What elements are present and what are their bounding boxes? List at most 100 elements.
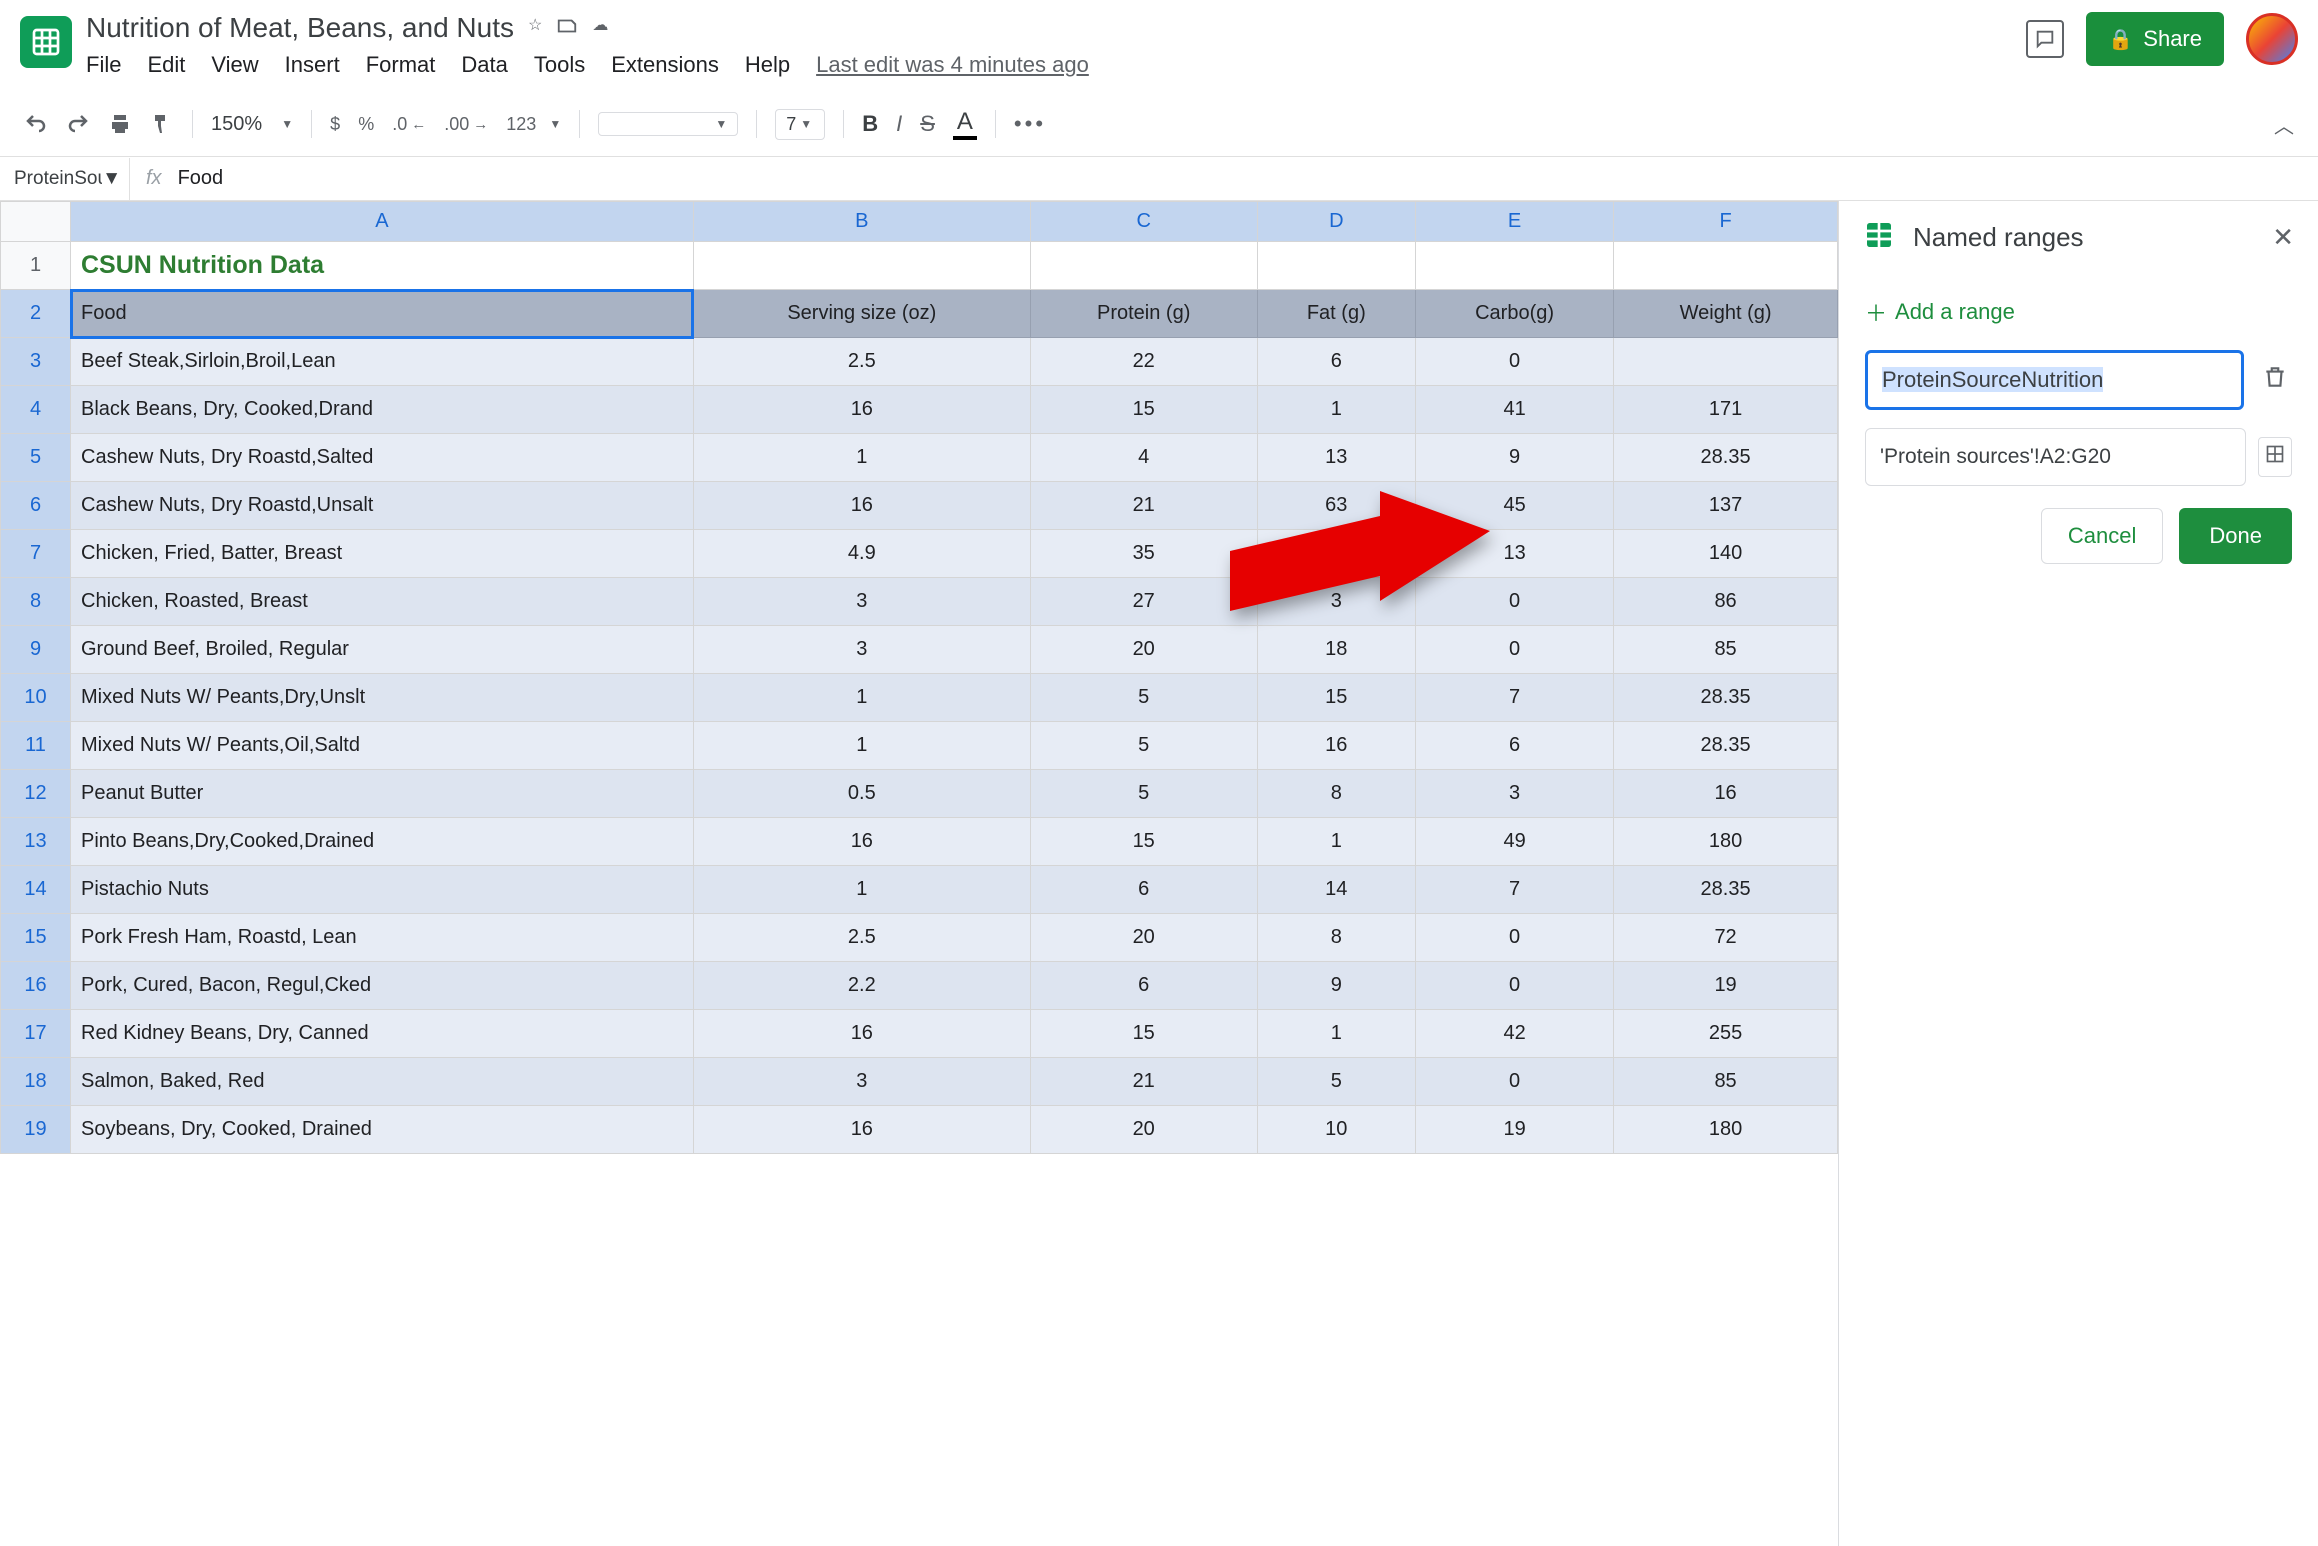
header-cell-2[interactable]: Protein (g) — [1030, 290, 1257, 338]
cloud-icon[interactable]: ☁ — [592, 15, 608, 42]
header-cell-4[interactable]: Carbo(g) — [1416, 290, 1614, 338]
cell-r3-c5[interactable] — [1614, 338, 1838, 386]
cell-r8-c2[interactable]: 27 — [1030, 578, 1257, 626]
cell-r4-c5[interactable]: 171 — [1614, 386, 1838, 434]
cell-r16-c4[interactable]: 0 — [1416, 962, 1614, 1010]
row-header-2[interactable]: 2 — [1, 290, 71, 338]
menu-tools[interactable]: Tools — [534, 52, 585, 78]
cell-r18-c5[interactable]: 85 — [1614, 1058, 1838, 1106]
cell-r18-c3[interactable]: 5 — [1257, 1058, 1415, 1106]
cell-r17-c1[interactable]: 16 — [693, 1010, 1030, 1058]
cell-r15-c0[interactable]: Pork Fresh Ham, Roastd, Lean — [71, 914, 694, 962]
percent-format[interactable]: % — [358, 114, 374, 135]
more-toolbar-icon[interactable]: ••• — [1014, 111, 1046, 137]
cell-r10-c2[interactable]: 5 — [1030, 674, 1257, 722]
cell-r16-c0[interactable]: Pork, Cured, Bacon, Regul,Cked — [71, 962, 694, 1010]
cell-r5-c2[interactable]: 4 — [1030, 434, 1257, 482]
cell-r18-c2[interactable]: 21 — [1030, 1058, 1257, 1106]
cell-r11-c5[interactable]: 28.35 — [1614, 722, 1838, 770]
row-header-9[interactable]: 9 — [1, 626, 71, 674]
menu-extensions[interactable]: Extensions — [611, 52, 719, 78]
menu-view[interactable]: View — [211, 52, 258, 78]
strikethrough-button[interactable]: S — [920, 111, 935, 137]
undo-icon[interactable] — [24, 112, 48, 136]
doc-title[interactable]: Nutrition of Meat, Beans, and Nuts — [86, 12, 514, 44]
row-header-5[interactable]: 5 — [1, 434, 71, 482]
row-header-8[interactable]: 8 — [1, 578, 71, 626]
cell-r6-c1[interactable]: 16 — [693, 482, 1030, 530]
text-color-button[interactable]: A — [953, 108, 977, 140]
row-header-15[interactable]: 15 — [1, 914, 71, 962]
paint-format-icon[interactable] — [150, 112, 174, 136]
sheets-logo[interactable] — [20, 16, 72, 68]
cell-r12-c0[interactable]: Peanut Butter — [71, 770, 694, 818]
col-header-A[interactable]: A — [71, 202, 694, 242]
row-header-14[interactable]: 14 — [1, 866, 71, 914]
cell-r19-c1[interactable]: 16 — [693, 1106, 1030, 1154]
cell-a1[interactable]: CSUN Nutrition Data — [71, 242, 694, 290]
cell-r5-c3[interactable]: 13 — [1257, 434, 1415, 482]
row-header-7[interactable]: 7 — [1, 530, 71, 578]
cell-r12-c3[interactable]: 8 — [1257, 770, 1415, 818]
cell-r17-c3[interactable]: 1 — [1257, 1010, 1415, 1058]
cell-r14-c2[interactable]: 6 — [1030, 866, 1257, 914]
font-size-dropdown[interactable]: 7▼ — [775, 109, 825, 140]
cell-r18-c1[interactable]: 3 — [693, 1058, 1030, 1106]
cancel-button[interactable]: Cancel — [2041, 508, 2163, 564]
menu-edit[interactable]: Edit — [147, 52, 185, 78]
cell-r18-c4[interactable]: 0 — [1416, 1058, 1614, 1106]
comments-icon[interactable] — [2026, 20, 2064, 58]
cell-r13-c4[interactable]: 49 — [1416, 818, 1614, 866]
cell-r12-c1[interactable]: 0.5 — [693, 770, 1030, 818]
row-header-10[interactable]: 10 — [1, 674, 71, 722]
spreadsheet-grid[interactable]: ABCDEF1 CSUN Nutrition Data 2FoodServing… — [0, 201, 1838, 1546]
row-header-6[interactable]: 6 — [1, 482, 71, 530]
cell-r6-c0[interactable]: Cashew Nuts, Dry Roastd,Unsalt — [71, 482, 694, 530]
row-header-13[interactable]: 13 — [1, 818, 71, 866]
cell-r7-c2[interactable]: 35 — [1030, 530, 1257, 578]
cell-r4-c0[interactable]: Black Beans, Dry, Cooked,Drand — [71, 386, 694, 434]
menu-data[interactable]: Data — [461, 52, 507, 78]
cell-r17-c0[interactable]: Red Kidney Beans, Dry, Canned — [71, 1010, 694, 1058]
collapse-toolbar-icon[interactable]: ︿ — [2274, 110, 2294, 139]
cell-r10-c1[interactable]: 1 — [693, 674, 1030, 722]
row-header-16[interactable]: 16 — [1, 962, 71, 1010]
cell-r4-c2[interactable]: 15 — [1030, 386, 1257, 434]
cell-r13-c3[interactable]: 1 — [1257, 818, 1415, 866]
cell-r15-c4[interactable]: 0 — [1416, 914, 1614, 962]
cell-r16-c5[interactable]: 19 — [1614, 962, 1838, 1010]
cell-r4-c3[interactable]: 1 — [1257, 386, 1415, 434]
cell-r11-c4[interactable]: 6 — [1416, 722, 1614, 770]
menu-help[interactable]: Help — [745, 52, 790, 78]
cell-r9-c2[interactable]: 20 — [1030, 626, 1257, 674]
cell-r12-c5[interactable]: 16 — [1614, 770, 1838, 818]
cell-r5-c0[interactable]: Cashew Nuts, Dry Roastd,Salted — [71, 434, 694, 482]
cell-r12-c2[interactable]: 5 — [1030, 770, 1257, 818]
cell-r8-c3[interactable]: 3 — [1257, 578, 1415, 626]
cell-r19-c4[interactable]: 19 — [1416, 1106, 1614, 1154]
increase-decimal[interactable]: .00→ — [444, 114, 488, 135]
cell-r6-c5[interactable]: 137 — [1614, 482, 1838, 530]
row-header-11[interactable]: 11 — [1, 722, 71, 770]
row-header-1[interactable]: 1 — [1, 242, 71, 290]
cell-r15-c1[interactable]: 2.5 — [693, 914, 1030, 962]
cell-r19-c0[interactable]: Soybeans, Dry, Cooked, Drained — [71, 1106, 694, 1154]
cell-r10-c4[interactable]: 7 — [1416, 674, 1614, 722]
cell-r17-c2[interactable]: 15 — [1030, 1010, 1257, 1058]
cell-r10-c0[interactable]: Mixed Nuts W/ Peants,Dry,Unslt — [71, 674, 694, 722]
cell-r15-c5[interactable]: 72 — [1614, 914, 1838, 962]
cell-r11-c0[interactable]: Mixed Nuts W/ Peants,Oil,Saltd — [71, 722, 694, 770]
cell-r6-c3[interactable]: 63 — [1257, 482, 1415, 530]
more-formats[interactable]: 123 ▼ — [506, 114, 561, 135]
cell-r11-c2[interactable]: 5 — [1030, 722, 1257, 770]
cell-r8-c0[interactable]: Chicken, Roasted, Breast — [71, 578, 694, 626]
cell-r19-c5[interactable]: 180 — [1614, 1106, 1838, 1154]
last-edit-link[interactable]: Last edit was 4 minutes ago — [816, 52, 1089, 78]
header-cell-3[interactable]: Fat (g) — [1257, 290, 1415, 338]
cell-r5-c4[interactable]: 9 — [1416, 434, 1614, 482]
row-header-12[interactable]: 12 — [1, 770, 71, 818]
close-panel-icon[interactable]: ✕ — [2272, 222, 2294, 253]
header-cell-1[interactable]: Serving size (oz) — [693, 290, 1030, 338]
cell-r15-c2[interactable]: 20 — [1030, 914, 1257, 962]
cell-r6-c4[interactable]: 45 — [1416, 482, 1614, 530]
